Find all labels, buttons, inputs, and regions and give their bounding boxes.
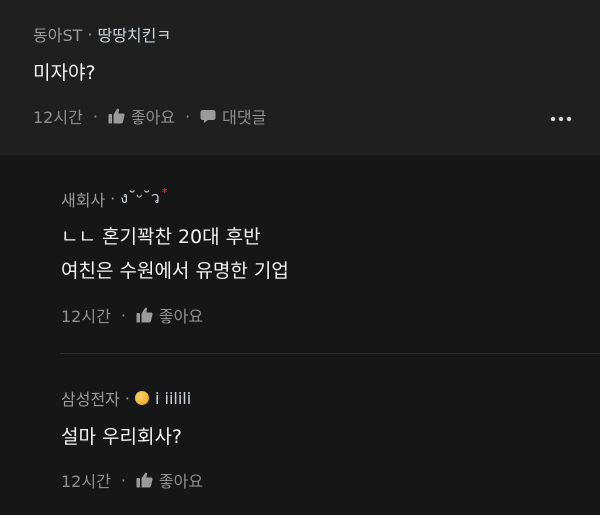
reply-text-line: 설마 우리회사? [61,426,183,448]
meta-dot: · [120,305,126,325]
like-label: 좋아요 [130,108,176,127]
thumbs-up-icon [136,472,153,488]
reply-button[interactable]: 대댓글 [200,104,266,128]
author-company[interactable]: 동아ST [33,22,82,46]
meta-dot: · [124,388,130,408]
comment-actions: 12시간 · 좋아요 · 대댓글 [33,104,266,128]
reply-label: 대댓글 [222,108,267,127]
meta-dot: · [87,24,93,44]
reply-time: 12시간 [61,307,111,326]
author-company[interactable]: 삼성전자 [61,386,120,410]
more-dots-icon[interactable] [550,111,572,127]
meta-dot: · [185,106,191,126]
thumbs-up-icon [136,307,153,323]
comment-time: 12시간 [33,108,83,127]
like-button[interactable]: 좋아요 [108,104,175,128]
meta-dot: · [110,189,116,208]
reply-actions: 12시간 · 좋아요 [61,303,203,327]
replies-section: 새회사 · ง˘ᵕ˘ว * ㄴㄴ 혼기꽉찬 20대 후반 여친은 수원에서 유명… [0,155,600,515]
author-nickname[interactable]: ง˘ᵕ˘ว [120,186,159,211]
thumbs-up-icon [108,108,125,124]
top-comment: 동아ST · 땅땅치킨ㅋ 미자야? 12시간 · 좋아요 · 대댓글 [0,0,600,155]
meta-dot: · [120,470,126,490]
comment-text: 미자야? [33,62,96,84]
reply-time: 12시간 [61,472,111,491]
author-nickname[interactable]: i iilili [155,389,191,408]
reply-meta: 새회사 · ง˘ᵕ˘ว * [61,186,167,211]
meta-dot: · [92,106,98,126]
reply-actions: 12시간 · 좋아요 [61,468,203,492]
author-company[interactable]: 새회사 [61,187,105,211]
like-label: 좋아요 [158,472,204,491]
reply-text-line: 여친은 수원에서 유명한 기업 [61,260,289,282]
reply-divider [60,353,600,354]
like-button[interactable]: 좋아요 [136,468,203,492]
reply-text-line: ㄴㄴ 혼기꽉찬 20대 후반 [61,226,261,248]
speech-bubble-icon [200,109,216,123]
comment-meta: 동아ST · 땅땅치킨ㅋ [33,22,171,46]
reply-meta: 삼성전자 · i iilili [61,386,191,410]
author-nickname[interactable]: 땅땅치킨ㅋ [97,22,171,46]
gold-badge-icon [134,391,149,405]
star-icon: * [161,186,168,199]
like-label: 좋아요 [158,307,204,326]
like-button[interactable]: 좋아요 [136,303,203,327]
